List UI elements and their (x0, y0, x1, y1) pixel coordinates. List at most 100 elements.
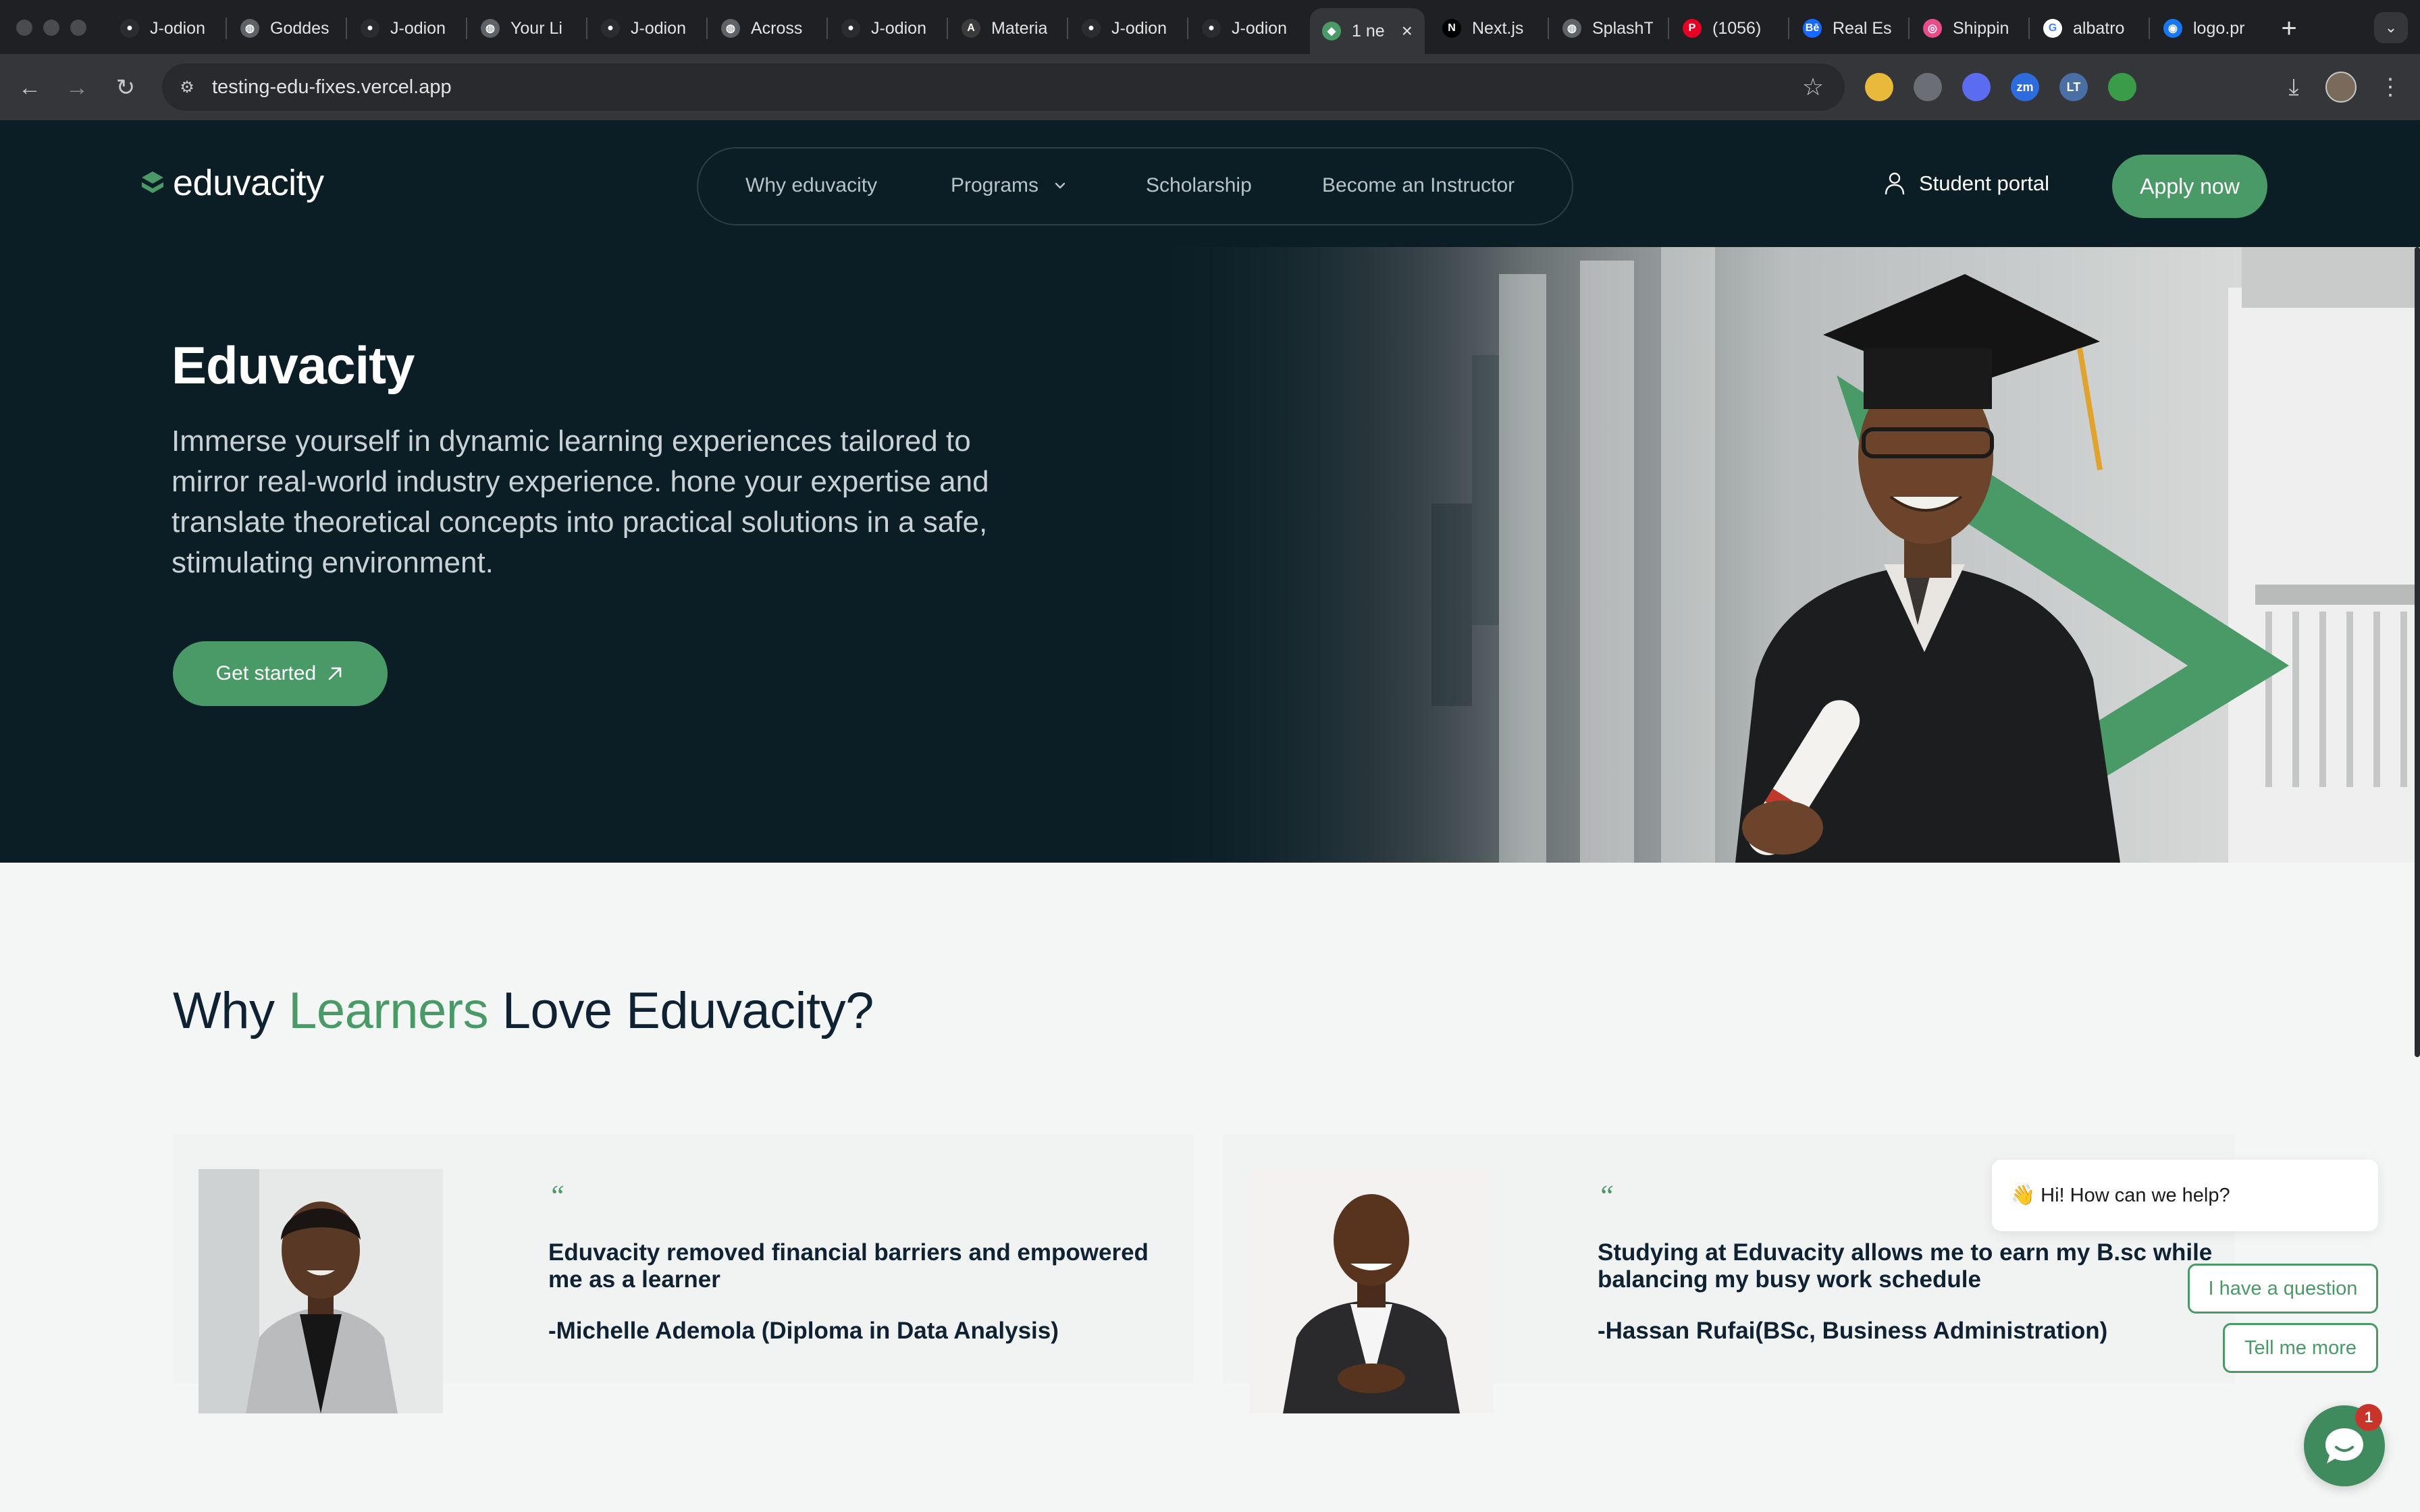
zoom-extension-icon[interactable]: zm (2011, 73, 2039, 101)
window-minimize-dot[interactable] (43, 20, 59, 36)
chat-option-question[interactable]: I have a question (2188, 1264, 2378, 1314)
tab-separator (226, 18, 227, 39)
eduvacity-icon: ◆ (1322, 22, 1341, 40)
profile-avatar[interactable] (2325, 72, 2357, 103)
new-tab-button[interactable]: + (2270, 9, 2308, 47)
pinterest-icon: P (1683, 19, 1702, 38)
tab-title: 1 ne (1352, 21, 1385, 40)
tab-separator (586, 18, 587, 39)
gear-extension-icon[interactable] (1962, 73, 1991, 101)
reload-button[interactable]: ↻ (108, 70, 143, 105)
tab-separator (466, 18, 467, 39)
page-scrollbar[interactable] (2415, 247, 2420, 1057)
browser-tab[interactable]: ● J-odion (829, 8, 944, 49)
tab-title: J-odion (1111, 18, 1167, 38)
nav-become-instructor[interactable]: Become an Instructor (1322, 171, 1515, 200)
browser-tab[interactable]: ◍ Goddes (228, 8, 343, 49)
material-icon: A (962, 19, 980, 38)
arrow-up-right-icon (328, 667, 342, 680)
hero-title: Eduvacity (172, 335, 415, 395)
testimonials-heading: Why Learners Love Eduvacity? (173, 981, 874, 1040)
eyedropper-icon[interactable] (2157, 73, 2185, 101)
browser-menu-icon[interactable]: ⋮ (2377, 70, 2404, 104)
browser-tab[interactable]: N Next.js (1430, 8, 1545, 49)
nav-programs[interactable]: Programs (951, 171, 1067, 200)
tab-separator (2028, 18, 2030, 39)
browser-tab[interactable]: ● J-odion (108, 8, 223, 49)
hero-description: Immerse yourself in dynamic learning exp… (172, 425, 989, 579)
browser-tab[interactable]: A Materia (949, 8, 1064, 49)
browser-tab[interactable]: ◉ logo.pr (2151, 8, 2266, 49)
github-icon: ● (841, 19, 860, 38)
android-extension-icon[interactable] (2108, 73, 2136, 101)
tab-title: Across (751, 18, 803, 38)
bookmark-star-icon[interactable]: ☆ (1796, 70, 1830, 104)
forward-button[interactable]: → (59, 70, 95, 105)
testimonial-author: -Hassan Rufai(BSc, Business Administrati… (1598, 1318, 2108, 1344)
student-portal-link[interactable]: Student portal (1884, 169, 2049, 198)
dribbble-icon: ◎ (1923, 19, 1942, 38)
get-started-button[interactable]: Get started (173, 641, 388, 706)
url-text[interactable]: testing-edu-fixes.vercel.app (212, 73, 452, 101)
window-maximize-dot[interactable] (70, 20, 86, 36)
messenger-icon: ◉ (2163, 19, 2182, 38)
tab-separator (706, 18, 708, 39)
globe-icon: ◍ (240, 19, 259, 38)
lt-extension-icon[interactable]: LT (2059, 73, 2088, 101)
download-icon[interactable]: ⤓ (2277, 70, 2311, 104)
tab-title: Your Li (510, 18, 562, 38)
tab-title: Shippin (1953, 18, 2009, 38)
nav-why-eduvacity[interactable]: Why eduvacity (745, 171, 877, 200)
globe-icon: ◍ (1562, 19, 1581, 38)
browser-tab[interactable]: ◍ SplashT (1550, 8, 1665, 49)
browser-tab[interactable]: ● J-odion (589, 8, 704, 49)
chat-option-tell-more[interactable]: Tell me more (2223, 1323, 2378, 1373)
browser-tab[interactable]: Bē Real Es (1791, 8, 1905, 49)
logo-mark-icon (142, 171, 163, 193)
tab-close-icon[interactable]: × (1402, 20, 1413, 42)
github-icon: ● (361, 19, 379, 38)
tab-separator (1067, 18, 1068, 39)
tab-title: (1056) (1712, 18, 1762, 38)
tab-title: SplashT (1592, 18, 1653, 38)
testimonial-photo-hassan (1249, 1169, 1494, 1413)
quote-mark-icon: “ (1598, 1179, 1614, 1212)
heading-accent: Learners (288, 982, 489, 1040)
browser-tab[interactable]: Galbatro (2031, 8, 2146, 49)
apply-now-button[interactable]: Apply now (2112, 155, 2267, 218)
browser-tab[interactable]: ● J-odion (1070, 8, 1184, 49)
student-portal-label: Student portal (1919, 171, 2050, 195)
tab-active[interactable]: ◆ 1 ne × (1310, 8, 1425, 54)
color-picker-icon[interactable] (1865, 73, 1893, 101)
tab-separator (346, 18, 347, 39)
camera-icon[interactable] (1914, 73, 1942, 101)
nav-programs-label: Programs (951, 174, 1039, 196)
chat-bubble-icon (2325, 1428, 2363, 1463)
tab-title: Real Es (1833, 18, 1892, 38)
tab-search-button[interactable]: ⌄ (2374, 12, 2408, 43)
user-icon (1885, 172, 1905, 195)
hero-graduate-image (1148, 247, 2420, 863)
browser-tab[interactable]: ● J-odion (348, 8, 463, 49)
tab-separator (1548, 18, 1549, 39)
tab-title: logo.pr (2193, 18, 2245, 38)
tab-title: J-odion (150, 18, 205, 38)
browser-tab[interactable]: ● J-odion (1190, 8, 1305, 49)
browser-tab[interactable]: ◍ Your Li (469, 8, 583, 49)
window-close-dot[interactable] (16, 20, 32, 36)
tab-title: J-odion (871, 18, 926, 38)
tab-separator (1668, 18, 1669, 39)
get-started-label: Get started (215, 662, 317, 684)
browser-tab[interactable]: ◍ Across (709, 8, 824, 49)
globe-icon: ◍ (481, 19, 500, 38)
testimonial-quote: Eduvacity removed financial barriers and… (548, 1239, 1149, 1293)
back-button[interactable]: ← (12, 70, 47, 105)
nav-scholarship[interactable]: Scholarship (1146, 171, 1252, 200)
browser-tab[interactable]: ◎ Shippin (1911, 8, 2026, 49)
site-info-icon[interactable]: ⚙ (174, 74, 200, 100)
puzzle-icon[interactable] (2205, 73, 2234, 101)
tab-title: Next.js (1472, 18, 1524, 38)
browser-tab[interactable]: P (1056) (1671, 8, 1785, 49)
globe-icon: ◍ (721, 19, 740, 38)
site-logo[interactable]: eduvacity (139, 162, 324, 204)
